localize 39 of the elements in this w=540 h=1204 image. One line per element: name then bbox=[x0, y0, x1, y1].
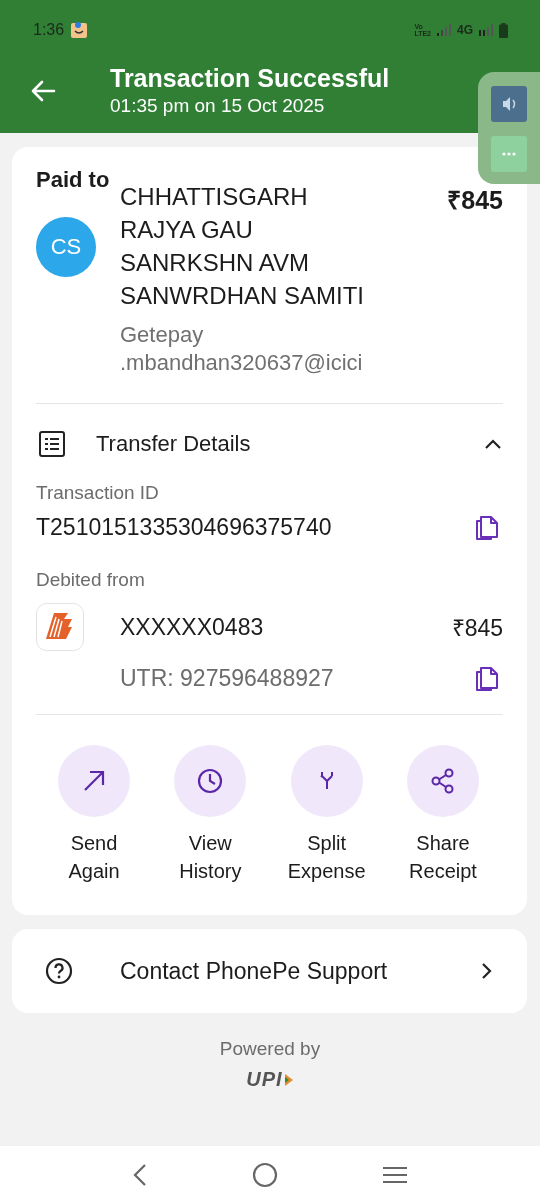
copy-icon[interactable] bbox=[475, 514, 499, 541]
field-label: Debited from bbox=[36, 569, 146, 591]
action-button[interactable]: Split Expense bbox=[276, 745, 377, 885]
transaction-time: 01:35 pm on 15 Oct 2025 bbox=[110, 95, 326, 117]
network-type: 4G bbox=[457, 23, 473, 37]
paid-to-label: Paid to bbox=[36, 167, 111, 193]
action-button[interactable]: Share Receipt bbox=[393, 745, 493, 885]
account-number: XXXXXX0483 bbox=[120, 613, 264, 641]
receipt-list-icon bbox=[38, 430, 66, 458]
payee-name: CHHATTISGARH RAJYA GAU SANRKSHN AVM SANWRDHAN SAMITI bbox=[120, 182, 365, 311]
support-row[interactable]: Contact PhonePe Support bbox=[12, 929, 527, 1013]
paid-amount: ₹845 bbox=[447, 185, 503, 216]
shopping-bag-icon bbox=[70, 21, 89, 39]
speaker-icon[interactable] bbox=[491, 86, 527, 122]
section-title: Transfer Details bbox=[96, 431, 252, 457]
payee-avatar: CS bbox=[36, 217, 96, 277]
chevron-icon bbox=[479, 961, 493, 981]
battery-icon bbox=[499, 22, 508, 38]
utr-number: UTR: 927596488927 bbox=[120, 665, 334, 692]
status-time: 1:36 bbox=[33, 21, 65, 39]
screen-title: Transaction Successful bbox=[110, 64, 390, 93]
debited-amount: ₹845 bbox=[451, 614, 503, 643]
upi-id: Getepay .mbandhan320637@icici bbox=[120, 321, 364, 377]
clock-icon bbox=[196, 767, 225, 795]
back-arrow-icon[interactable] bbox=[30, 79, 56, 102]
bank-logo bbox=[36, 603, 84, 651]
signal-icon bbox=[479, 24, 493, 36]
powered-by-text: Powered by bbox=[219, 1038, 321, 1060]
back-icon[interactable] bbox=[132, 1163, 148, 1187]
help-icon bbox=[45, 957, 73, 985]
action-button[interactable]: View History bbox=[160, 745, 261, 885]
signal-icon bbox=[437, 24, 451, 36]
field-label: Transaction ID bbox=[36, 482, 160, 504]
upi-logo: UPI bbox=[246, 1068, 294, 1091]
home-icon[interactable] bbox=[252, 1162, 278, 1188]
transaction-id: T2510151335304696375740 bbox=[36, 514, 332, 541]
action-button[interactable]: Send Again bbox=[44, 745, 144, 885]
copy-icon[interactable] bbox=[475, 665, 499, 692]
menu-icon[interactable] bbox=[382, 1165, 408, 1185]
